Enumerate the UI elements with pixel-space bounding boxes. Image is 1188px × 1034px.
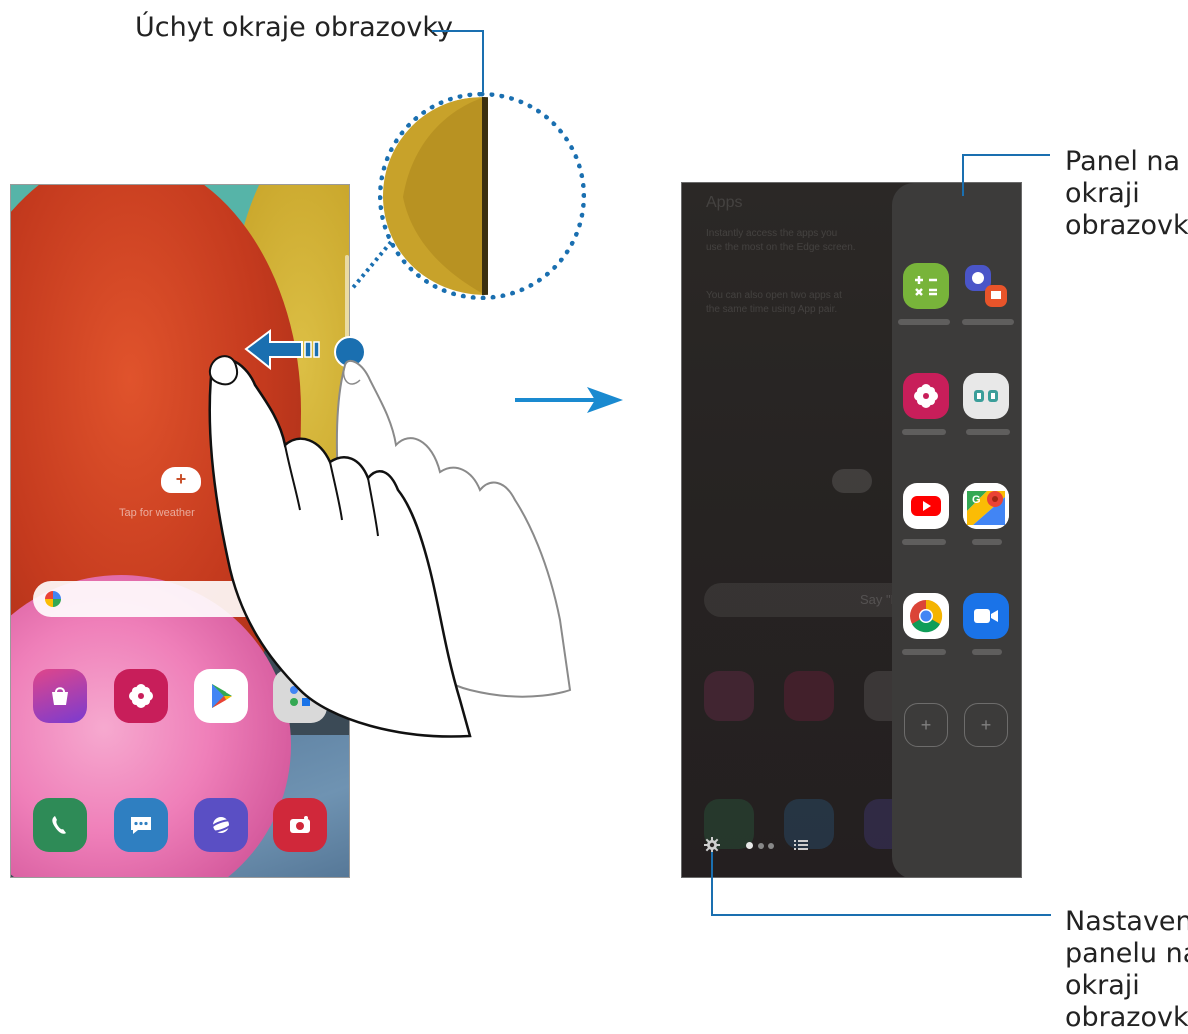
pager-dot[interactable]: [758, 843, 764, 849]
edge-app-label: [902, 539, 946, 545]
edge-app-calculator[interactable]: [903, 263, 949, 309]
google-folder-app[interactable]: [273, 669, 327, 723]
edge-app-label: [902, 649, 946, 655]
edge-app-duo[interactable]: [963, 593, 1009, 639]
settings-callout-line: [711, 914, 1051, 916]
zoom-pointer: [349, 240, 393, 292]
camera-icon: [290, 816, 310, 833]
edge-app-label: [902, 429, 946, 435]
gallery-app[interactable]: [114, 669, 168, 723]
add-app-slot[interactable]: +: [964, 703, 1008, 747]
settings-callout-line-v: [711, 852, 713, 916]
shopping-bag-icon: [52, 687, 68, 705]
folder-icon: [290, 686, 310, 706]
play-store-icon: [212, 684, 232, 708]
edge-handle-callout: Úchyt okraje obrazovky: [135, 12, 453, 43]
chrome-icon: [910, 599, 943, 633]
edge-app-maps[interactable]: G: [963, 483, 1009, 529]
weather-add-icon[interactable]: [161, 467, 201, 493]
calculator-icon: [915, 276, 937, 296]
add-app-slot[interactable]: +: [904, 703, 948, 747]
phone-app[interactable]: [33, 798, 87, 852]
edge-app-gallery[interactable]: [903, 373, 949, 419]
edge-settings-callout: Nastavení panelu na okraji obrazovky: [1065, 906, 1188, 1033]
apps-panel-title: Apps: [706, 194, 743, 211]
edge-app-label: [972, 539, 1002, 545]
edge-panel-callout: Panel na okraji obrazovky: [1065, 146, 1188, 241]
camera-app[interactable]: [273, 798, 327, 852]
edge-app-folder[interactable]: [963, 373, 1009, 419]
transition-arrow: [515, 387, 623, 413]
pager-dot[interactable]: [768, 843, 774, 849]
folder-icon: [974, 390, 998, 402]
svg-text:G: G: [972, 494, 981, 506]
edge-app-chrome[interactable]: [903, 593, 949, 639]
edge-app-label: [962, 319, 1014, 325]
edge-app-label: [972, 649, 1002, 655]
google-search-bar[interactable]: [33, 581, 293, 617]
video-icon: [974, 609, 998, 623]
edge-handle-callout-line: [432, 30, 484, 32]
edge-panel-list-icon[interactable]: [794, 839, 808, 851]
weather-text[interactable]: Tap for weather: [119, 507, 195, 519]
edge-app-label: [966, 429, 1010, 435]
home-screen-phone: Tap for weather: [10, 184, 350, 878]
galaxy-store-app[interactable]: [33, 669, 87, 723]
edge-handle-zoom: [378, 92, 586, 300]
edge-app-pair[interactable]: [963, 263, 1009, 309]
planet-icon: [208, 817, 234, 833]
edge-app-label: [898, 319, 950, 325]
apps-panel-description-2: You can also open two apps at the same t…: [706, 290, 842, 315]
youtube-icon: [911, 496, 941, 516]
edge-panel-settings-icon[interactable]: [704, 837, 720, 853]
pager-dot-active[interactable]: [746, 842, 753, 849]
edge-panel-callout-line: [962, 154, 1050, 156]
edge-panel: G + +: [892, 183, 1021, 877]
message-icon: [131, 817, 151, 834]
edge-app-youtube[interactable]: [903, 483, 949, 529]
google-icon: [45, 591, 61, 607]
flower-icon: [914, 384, 938, 408]
edge-panel-phone: Apps Instantly access the apps you use t…: [681, 182, 1022, 878]
phone-icon: [52, 816, 66, 834]
flower-icon: [129, 684, 153, 708]
apps-panel-description: Instantly access the apps you use the mo…: [706, 228, 856, 253]
dimmed-weather-icon: [832, 469, 872, 493]
maps-icon: G: [963, 483, 1009, 529]
edge-panel-callout-line-v: [962, 154, 964, 196]
internet-app[interactable]: [194, 798, 248, 852]
app-pair-icon: [965, 265, 1007, 307]
play-store-app[interactable]: [194, 669, 248, 723]
messages-app[interactable]: [114, 798, 168, 852]
